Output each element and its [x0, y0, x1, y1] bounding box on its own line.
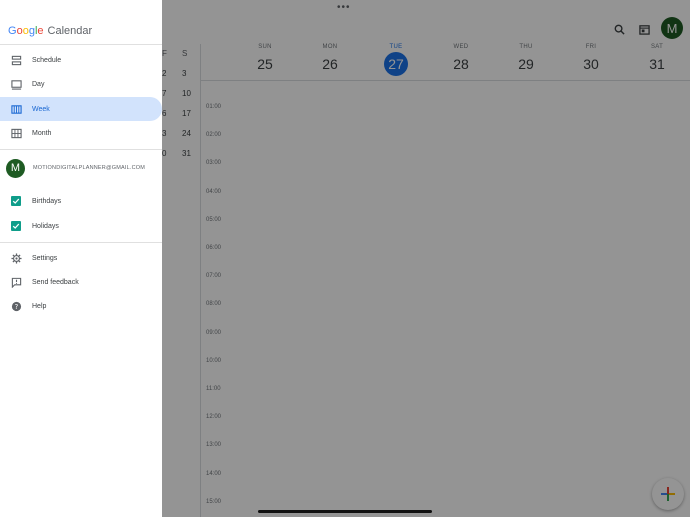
checkbox-slot — [8, 193, 24, 209]
feedback-icon — [8, 274, 24, 290]
brand-letter: e — [37, 25, 44, 37]
help-label: Help — [32, 302, 47, 310]
account-row[interactable]: M MOTIONDIGITALPLANNER@GMAIL.COM — [0, 156, 162, 180]
brand-product: Calendar — [47, 25, 93, 37]
drawer-divider — [0, 149, 162, 150]
view-label: Week — [32, 105, 50, 113]
view-label: Day — [32, 80, 45, 88]
schedule-icon — [8, 52, 24, 68]
settings-label: Settings — [32, 254, 58, 262]
settings-item[interactable]: Settings — [0, 246, 162, 270]
view-week[interactable]: Week — [0, 97, 162, 121]
calendar-birthdays[interactable]: Birthdays — [0, 189, 162, 213]
account-avatar: M — [6, 158, 25, 178]
month-view-icon — [8, 125, 24, 141]
drawer-divider — [0, 44, 162, 45]
view-schedule[interactable]: Schedule — [0, 48, 162, 72]
drawer-divider — [0, 242, 162, 243]
calendar-label: Holidays — [32, 222, 59, 230]
checkbox-checked-icon[interactable] — [11, 196, 21, 206]
checkbox-checked-icon[interactable] — [11, 221, 21, 231]
view-label: Schedule — [32, 56, 62, 64]
brand-letter: G — [8, 25, 17, 37]
day-view-icon — [8, 76, 24, 92]
app-brand: Google Calendar — [8, 25, 92, 37]
checkbox-slot — [8, 218, 24, 234]
week-view-icon — [8, 101, 24, 117]
send-feedback-item[interactable]: Send feedback — [0, 270, 162, 294]
send-feedback-label: Send feedback — [32, 278, 79, 286]
calendar-label: Birthdays — [32, 197, 62, 205]
account-email: MOTIONDIGITALPLANNER@GMAIL.COM — [33, 165, 146, 171]
svg-text:?: ? — [14, 302, 18, 310]
view-label: Month — [32, 129, 52, 137]
navigation-drawer: Google Calendar Schedule Day Week Month M… — [0, 0, 162, 517]
gear-icon — [8, 250, 24, 266]
home-indicator[interactable] — [258, 510, 432, 513]
help-item[interactable]: ? Help — [0, 294, 162, 318]
help-icon: ? — [8, 298, 24, 314]
calendar-holidays[interactable]: Holidays — [0, 214, 162, 238]
view-month[interactable]: Month — [0, 121, 162, 145]
view-day[interactable]: Day — [0, 72, 162, 96]
